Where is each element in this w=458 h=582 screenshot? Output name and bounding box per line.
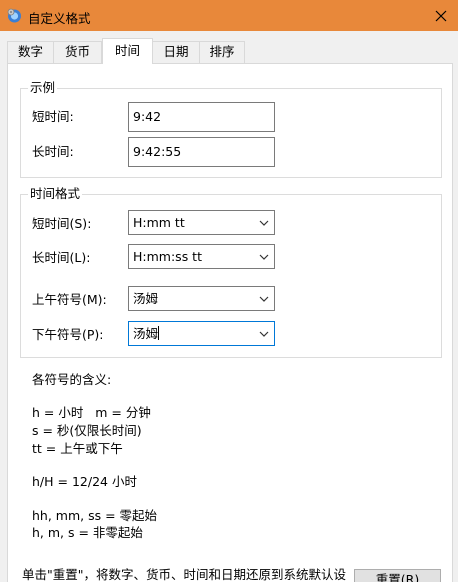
long-time-format-value: H:mm:ss tt	[133, 249, 202, 264]
sample-short-time-label: 短时间:	[32, 109, 74, 124]
short-time-format-value: H:mm tt	[133, 215, 185, 230]
long-time-format-label: 长时间(L):	[32, 250, 91, 265]
symbol-note-second: s = 秒(仅限长时间)	[32, 423, 142, 438]
short-time-format-combobox[interactable]: H:mm tt	[128, 210, 275, 235]
symbol-note-12-24: h/H = 12/24 小时	[32, 474, 137, 489]
symbol-note-hour-minute: h = 小时 m = 分钟	[32, 405, 151, 420]
tab-number[interactable]: 数字	[7, 41, 54, 63]
tab-date[interactable]: 日期	[152, 41, 200, 63]
pm-symbol-label: 下午符号(P):	[32, 327, 104, 342]
sample-short-time-field: 9:42	[128, 102, 275, 132]
close-button[interactable]	[424, 0, 458, 31]
title-bar: 自定义格式	[0, 0, 458, 31]
chevron-down-icon	[259, 254, 269, 260]
tab-time[interactable]: 时间	[102, 38, 153, 64]
window-title: 自定义格式	[28, 11, 91, 26]
symbols-heading: 各符号的含义:	[32, 372, 112, 387]
sample-group-title: 示例	[28, 80, 58, 96]
pm-symbol-combobox[interactable]: 汤姆	[128, 321, 275, 346]
symbol-note-non-padded: h, m, s = 非零起始	[32, 525, 143, 540]
long-time-format-combobox[interactable]: H:mm:ss tt	[128, 244, 275, 269]
tab-sort[interactable]: 排序	[199, 41, 245, 63]
chevron-down-icon	[259, 331, 269, 337]
settings-app-icon	[7, 8, 21, 23]
am-symbol-label: 上午符号(M):	[32, 292, 107, 307]
reset-button[interactable]: 重置(R)	[354, 569, 441, 582]
pm-symbol-value[interactable]: 汤姆	[133, 326, 158, 341]
am-symbol-combobox[interactable]: 汤姆	[128, 286, 275, 311]
sample-long-time-field: 9:42:55	[128, 137, 275, 167]
text-caret	[158, 326, 160, 340]
am-symbol-value: 汤姆	[133, 291, 159, 306]
chevron-down-icon	[259, 220, 269, 226]
tab-currency[interactable]: 货币	[53, 41, 102, 63]
custom-format-dialog: 自定义格式 数字 货币 时间 日期 排序 示例 短时间: 9:42 长时间: 9…	[0, 0, 458, 582]
sample-long-time-label: 长时间:	[32, 144, 74, 159]
symbol-note-zero-padded: hh, mm, ss = 零起始	[32, 508, 158, 523]
time-formats-group-title: 时间格式	[28, 186, 83, 202]
chevron-down-icon	[259, 296, 269, 302]
close-icon	[435, 10, 447, 21]
short-time-format-label: 短时间(S):	[32, 216, 92, 231]
reset-description: 单击"重置"，将数字、货币、时间和日期还原到系统默认设	[22, 567, 347, 582]
symbol-note-ampm: tt = 上午或下午	[32, 441, 123, 456]
